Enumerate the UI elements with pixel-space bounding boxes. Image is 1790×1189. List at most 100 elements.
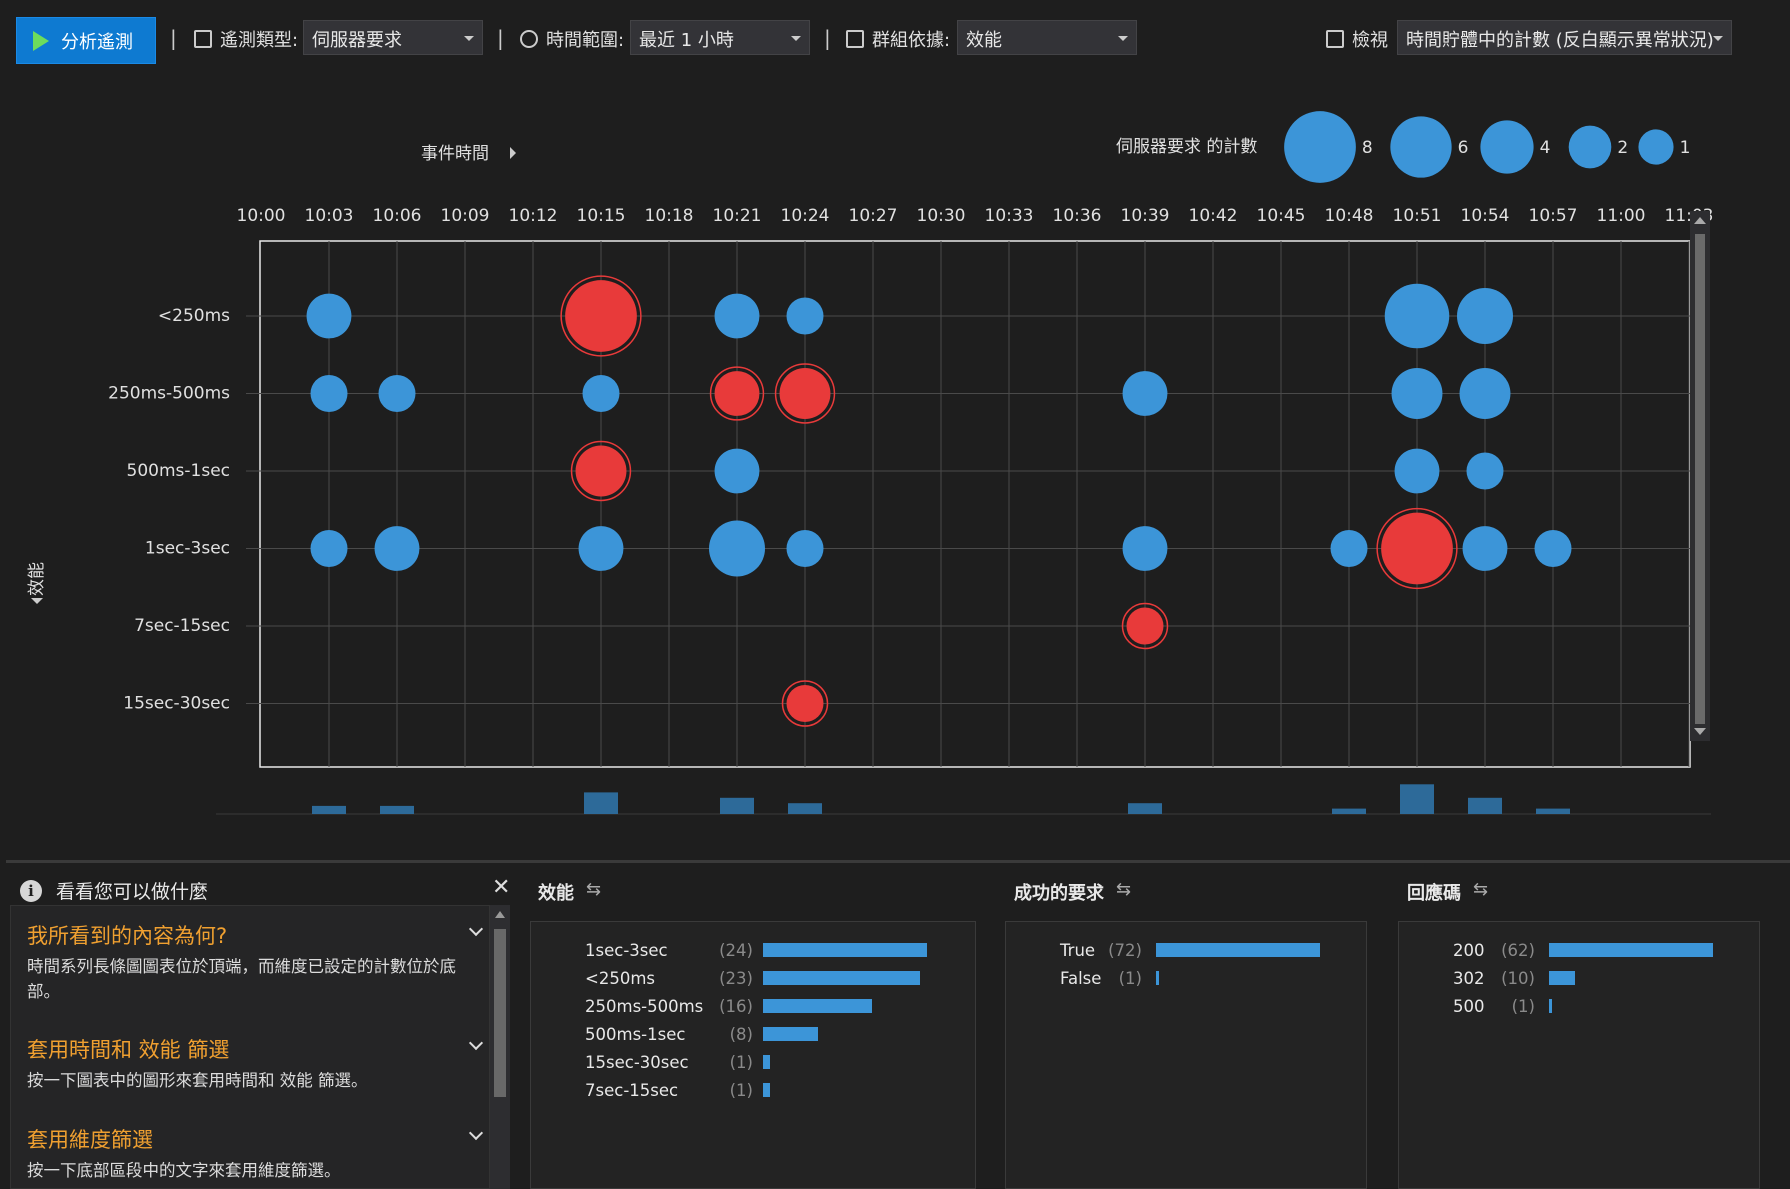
data-bubble[interactable]: [786, 297, 824, 335]
data-bubble[interactable]: [714, 448, 760, 494]
anomaly-bubble[interactable]: [786, 685, 824, 722]
group-by-select[interactable]: 效能: [957, 20, 1137, 55]
anomaly-bubble[interactable]: [1381, 512, 1453, 585]
x-axis-toggle[interactable]: 事件時間: [421, 144, 489, 164]
data-bubble[interactable]: [1391, 368, 1443, 419]
dimension-row[interactable]: 7sec-15sec (1): [531, 1076, 975, 1104]
anomaly-bubble[interactable]: [1126, 607, 1164, 645]
data-bubble[interactable]: [1534, 530, 1572, 567]
dimension-row-bar[interactable]: [763, 943, 927, 957]
anomaly-bubble[interactable]: [565, 280, 637, 352]
y-tick-label[interactable]: 250ms-500ms: [108, 384, 230, 404]
data-bubble[interactable]: [1394, 448, 1440, 494]
dimension-row-label[interactable]: 7sec-15sec: [585, 1081, 678, 1100]
data-bubble[interactable]: [378, 375, 416, 412]
dimension-row-bar[interactable]: [763, 1083, 770, 1097]
data-bubble[interactable]: [714, 293, 760, 339]
y-tick-label[interactable]: 1sec-3sec: [145, 539, 230, 559]
histogram-bar[interactable]: [584, 792, 618, 814]
swap-icon[interactable]: ⇆: [1473, 879, 1488, 905]
data-bubble[interactable]: [310, 530, 348, 567]
data-bubble[interactable]: [1466, 452, 1504, 490]
anomaly-bubble[interactable]: [575, 445, 627, 497]
histogram-bar[interactable]: [380, 805, 414, 814]
data-bubble[interactable]: [1462, 526, 1508, 571]
time-range-select[interactable]: 最近 1 小時: [630, 20, 810, 55]
dimension-row-label[interactable]: 15sec-30sec: [585, 1053, 689, 1072]
dimension-title-success[interactable]: 成功的要求 ⇆: [1014, 879, 1131, 905]
histogram-bar[interactable]: [1468, 797, 1502, 814]
dimension-row[interactable]: 200 (62): [1399, 936, 1759, 964]
data-bubble[interactable]: [1459, 368, 1511, 419]
histogram-bar[interactable]: [720, 797, 754, 814]
histogram-bar[interactable]: [1332, 808, 1366, 814]
dimension-row-bar[interactable]: [1549, 943, 1713, 957]
help-item-title[interactable]: 套用維度篩選: [27, 1124, 477, 1154]
dimension-row[interactable]: <250ms (23): [531, 964, 975, 992]
close-icon[interactable]: ✕: [492, 875, 510, 900]
y-axis-toggle[interactable]: 效能: [27, 562, 47, 596]
dimension-row[interactable]: 500 (1): [1399, 992, 1759, 1020]
data-bubble[interactable]: [374, 526, 420, 571]
dimension-row-bar[interactable]: [1549, 971, 1576, 985]
data-bubble[interactable]: [306, 293, 352, 339]
analyze-telemetry-button[interactable]: 分析遙測: [16, 17, 156, 64]
view-select[interactable]: 時間貯體中的計數 (反白顯示異常狀況): [1397, 20, 1732, 55]
data-bubble[interactable]: [1122, 371, 1168, 416]
help-item[interactable]: 我所看到的內容為何? 時間系列長條圖圖表位於頂端，而維度已設定的計數位於底部。: [27, 920, 484, 1004]
histogram-bar[interactable]: [312, 805, 346, 814]
scroll-up-icon[interactable]: [495, 911, 505, 918]
caret-right-icon[interactable]: [510, 147, 516, 159]
dimension-row-label[interactable]: <250ms: [585, 969, 655, 988]
dimension-row-bar[interactable]: [1156, 971, 1159, 985]
dimension-row[interactable]: 1sec-3sec (24): [531, 936, 975, 964]
dimension-row[interactable]: 15sec-30sec (1): [531, 1048, 975, 1076]
data-bubble[interactable]: [709, 520, 765, 577]
anomaly-bubble[interactable]: [779, 368, 831, 419]
y-axis-toggle-group[interactable]: 效能: [27, 562, 47, 596]
chart-scrollbar-thumb[interactable]: [1695, 234, 1705, 724]
help-scrollbar[interactable]: [490, 905, 510, 1189]
dimension-row-bar[interactable]: [1549, 999, 1552, 1013]
dimension-row-bar[interactable]: [763, 971, 921, 985]
y-tick-label[interactable]: <250ms: [158, 306, 230, 326]
dimension-row[interactable]: 500ms-1sec (8): [531, 1020, 975, 1048]
dimension-row[interactable]: True (72): [1006, 936, 1366, 964]
dimension-row[interactable]: False (1): [1006, 964, 1366, 992]
data-bubble[interactable]: [1457, 288, 1513, 344]
dimension-row-bar[interactable]: [763, 1027, 818, 1041]
dimension-row-bar[interactable]: [1156, 943, 1320, 957]
dimension-title-response-code[interactable]: 回應碼 ⇆: [1407, 879, 1488, 905]
dimension-row-label[interactable]: 1sec-3sec: [585, 941, 668, 960]
dimension-row-label[interactable]: 500ms-1sec: [585, 1025, 685, 1044]
y-tick-label[interactable]: 15sec-30sec: [123, 694, 230, 714]
data-bubble[interactable]: [1384, 283, 1450, 349]
help-item[interactable]: 套用時間和 效能 篩選 按一下圖表中的圖形來套用時間和 效能 篩選。: [27, 1034, 484, 1093]
help-item-title[interactable]: 我所看到的內容為何?: [27, 920, 477, 950]
swap-icon[interactable]: ⇆: [1116, 879, 1131, 905]
histogram-bar[interactable]: [1400, 784, 1434, 814]
data-bubble[interactable]: [786, 530, 824, 567]
telemetry-type-select[interactable]: 伺服器要求: [303, 20, 483, 55]
dimension-row-bar[interactable]: [763, 1055, 770, 1069]
data-bubble[interactable]: [578, 526, 624, 571]
dimension-title-performance[interactable]: 效能 ⇆: [538, 879, 601, 905]
histogram-bar[interactable]: [788, 803, 822, 814]
caret-down-icon[interactable]: [31, 598, 43, 604]
dimension-row[interactable]: 302 (10): [1399, 964, 1759, 992]
dimension-row-bar[interactable]: [763, 999, 873, 1013]
data-bubble[interactable]: [582, 375, 620, 412]
histogram-bar[interactable]: [1128, 803, 1162, 814]
anomaly-bubble[interactable]: [714, 371, 760, 416]
swap-icon[interactable]: ⇆: [586, 879, 601, 905]
dimension-row-label[interactable]: 250ms-500ms: [585, 997, 703, 1016]
y-tick-label[interactable]: 500ms-1sec: [127, 461, 230, 481]
help-scrollbar-thumb[interactable]: [494, 929, 506, 1097]
data-bubble[interactable]: [1330, 530, 1368, 567]
help-item[interactable]: 套用維度篩選 按一下底部區段中的文字來套用維度篩選。: [27, 1124, 484, 1183]
dimension-row[interactable]: 250ms-500ms (16): [531, 992, 975, 1020]
y-tick-label[interactable]: 7sec-15sec: [134, 616, 230, 636]
help-item-title[interactable]: 套用時間和 效能 篩選: [27, 1034, 477, 1064]
data-bubble[interactable]: [1122, 526, 1168, 571]
data-bubble[interactable]: [310, 375, 348, 412]
